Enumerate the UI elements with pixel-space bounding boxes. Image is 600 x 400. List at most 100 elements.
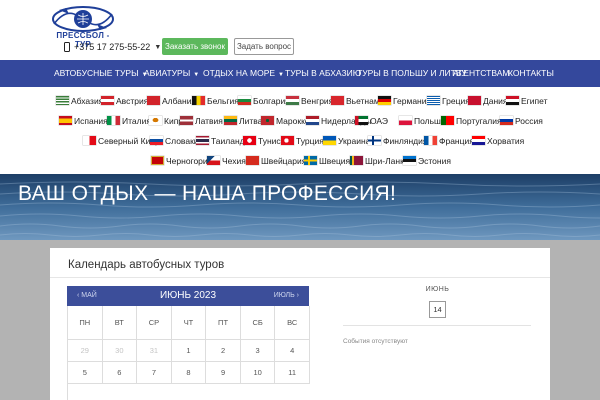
calendar-day[interactable]: 8 <box>171 362 207 384</box>
country-label: Чехия <box>222 155 246 166</box>
calendar-day[interactable]: 3 <box>240 340 276 362</box>
country-label: Португалия <box>456 115 502 126</box>
calendar-day[interactable]: 29 <box>68 340 103 362</box>
country-link[interactable]: Северный Кипр <box>83 134 160 147</box>
country-link[interactable]: Финляндия <box>368 134 427 147</box>
country-link[interactable]: Австрия <box>101 94 148 107</box>
country-link[interactable]: Италия <box>107 114 151 127</box>
main-nav: АВТОБУСНЫЕ ТУРЫ ▼ АВИАТУРЫ ▼ ОТДЫХ НА МОРЕ… <box>0 60 600 87</box>
country-link[interactable]: Латвия <box>180 114 223 127</box>
flag-icon <box>281 136 294 145</box>
country-link[interactable]: Марокко <box>261 114 310 127</box>
country-label: Марокко <box>276 115 310 126</box>
country-link[interactable]: Кипр <box>149 114 183 127</box>
country-link[interactable]: Вьетнам <box>331 94 380 107</box>
flag-icon <box>350 156 363 165</box>
nav-air-tours[interactable]: АВИАТУРЫ ▼ <box>144 60 199 87</box>
calendar-day[interactable]: 4 <box>275 340 310 362</box>
flag-icon <box>238 96 251 105</box>
country-link[interactable]: Германия <box>378 94 431 107</box>
country-link[interactable]: Испания <box>59 114 108 127</box>
country-link[interactable]: Россия <box>500 114 543 127</box>
country-link[interactable]: Греция <box>427 94 470 107</box>
country-link[interactable]: Франция <box>424 134 474 147</box>
country-link[interactable]: Португалия <box>441 114 502 127</box>
country-label: Бельгия <box>207 95 239 106</box>
country-link[interactable]: Чехия <box>207 154 246 167</box>
nav-sea-holidays[interactable]: ОТДЫХ НА МОРЕ ▼ <box>203 60 284 87</box>
country-link[interactable]: ОАЭ <box>355 114 388 127</box>
country-link[interactable]: Швеция <box>304 154 350 167</box>
country-link[interactable]: Швейцария <box>246 154 306 167</box>
calendar-day[interactable]: 30 <box>102 340 138 362</box>
selected-day[interactable]: 14 <box>429 301 446 318</box>
country-link[interactable]: Дания <box>468 94 508 107</box>
country-links: Абхазия Австрия Албания Бельгия Болгария… <box>0 90 600 170</box>
country-label: Финляндия <box>383 135 428 146</box>
country-link[interactable]: Абхазия <box>56 94 103 107</box>
chevron-down-icon: ▼ <box>154 43 162 51</box>
calendar-day[interactable]: 7 <box>137 362 172 384</box>
country-link[interactable]: Таиланд <box>196 134 245 147</box>
country-label: Черногория <box>166 155 213 166</box>
phone-selector[interactable]: +375 17 275-55-22 ▼ <box>64 41 161 53</box>
calendar-day[interactable]: 11 <box>275 362 310 384</box>
flag-icon <box>180 116 193 125</box>
nav-label: ТУРЫ В ПОЛЬШУ И ЛИТВУ <box>357 68 467 78</box>
nav-bus-tours[interactable]: АВТОБУСНЫЕ ТУРЫ ▼ <box>54 60 148 87</box>
flag-icon <box>224 116 237 125</box>
country-link[interactable]: Египет <box>506 94 547 107</box>
calendar-day[interactable]: 6 <box>102 362 138 384</box>
country-link[interactable]: Бельгия <box>192 94 239 107</box>
country-link[interactable]: Албания <box>147 94 196 107</box>
ask-question-button[interactable]: Задать вопрос <box>234 38 294 55</box>
nav-poland-lithuania-tours[interactable]: ТУРЫ В ПОЛЬШУ И ЛИТВУ <box>357 60 467 87</box>
calendar-day[interactable]: 10 <box>240 362 276 384</box>
nav-agencies[interactable]: АГЕНТСТВАМ <box>453 60 509 87</box>
calendar-day[interactable]: 9 <box>206 362 241 384</box>
flag-icon <box>59 116 72 125</box>
site-header: ПРЕССБОЛ - ТУР +375 17 275-55-22 ▼ Заказ… <box>0 0 600 60</box>
selected-month-label: ИЮНЬ <box>425 286 450 293</box>
country-label: Австрия <box>116 95 149 106</box>
country-link[interactable]: Польша <box>399 114 446 127</box>
flag-icon <box>427 96 440 105</box>
flag-icon <box>472 136 485 145</box>
flag-icon <box>101 96 114 105</box>
hero-title: ВАШ ОТДЫХ — НАША ПРОФЕССИЯ! <box>18 182 397 205</box>
nav-abkhazia-tours[interactable]: ТУРЫ В АБХАЗИЮ <box>285 60 361 87</box>
calendar-day[interactable]: 5 <box>68 362 103 384</box>
calendar-next-month[interactable]: ИЮЛЬ › <box>274 286 299 306</box>
country-label: Германия <box>393 95 432 106</box>
country-link[interactable]: Шри-Ланка <box>350 154 409 167</box>
country-link[interactable]: Хорватия <box>472 134 524 147</box>
country-link[interactable]: Турция <box>281 134 324 147</box>
callback-button[interactable]: Заказать звонок <box>162 38 228 55</box>
nav-label: АВИАТУРЫ <box>144 68 191 78</box>
country-label: Египет <box>521 95 548 106</box>
flag-icon <box>286 96 299 105</box>
country-link[interactable]: Украина <box>323 134 370 147</box>
next-month-label: ИЮЛЬ <box>273 292 295 299</box>
country-label: Таиланд <box>211 135 245 146</box>
calendar-day[interactable]: 1 <box>171 340 207 362</box>
country-label: Вьетнам <box>346 95 380 106</box>
nav-contacts[interactable]: КОНТАКТЫ <box>508 60 554 87</box>
country-label: Украина <box>338 135 371 146</box>
flag-icon <box>192 96 205 105</box>
country-link[interactable]: Тунис <box>243 134 281 147</box>
flag-icon <box>331 96 344 105</box>
country-link[interactable]: Венгрия <box>286 94 333 107</box>
country-link[interactable]: Болгария <box>238 94 290 107</box>
calendar-day[interactable]: 31 <box>137 340 172 362</box>
country-link[interactable]: Литва <box>224 114 262 127</box>
chevron-down-icon: ▼ <box>278 72 284 78</box>
flag-icon <box>424 136 437 145</box>
flag-icon <box>368 136 381 145</box>
country-link[interactable]: Черногория <box>151 154 212 167</box>
divider <box>343 325 531 326</box>
calendar-day[interactable]: 2 <box>206 340 241 362</box>
flag-icon <box>355 116 368 125</box>
country-link[interactable]: Эстония <box>403 154 451 167</box>
no-events-message: События отсутствуют <box>343 338 408 345</box>
